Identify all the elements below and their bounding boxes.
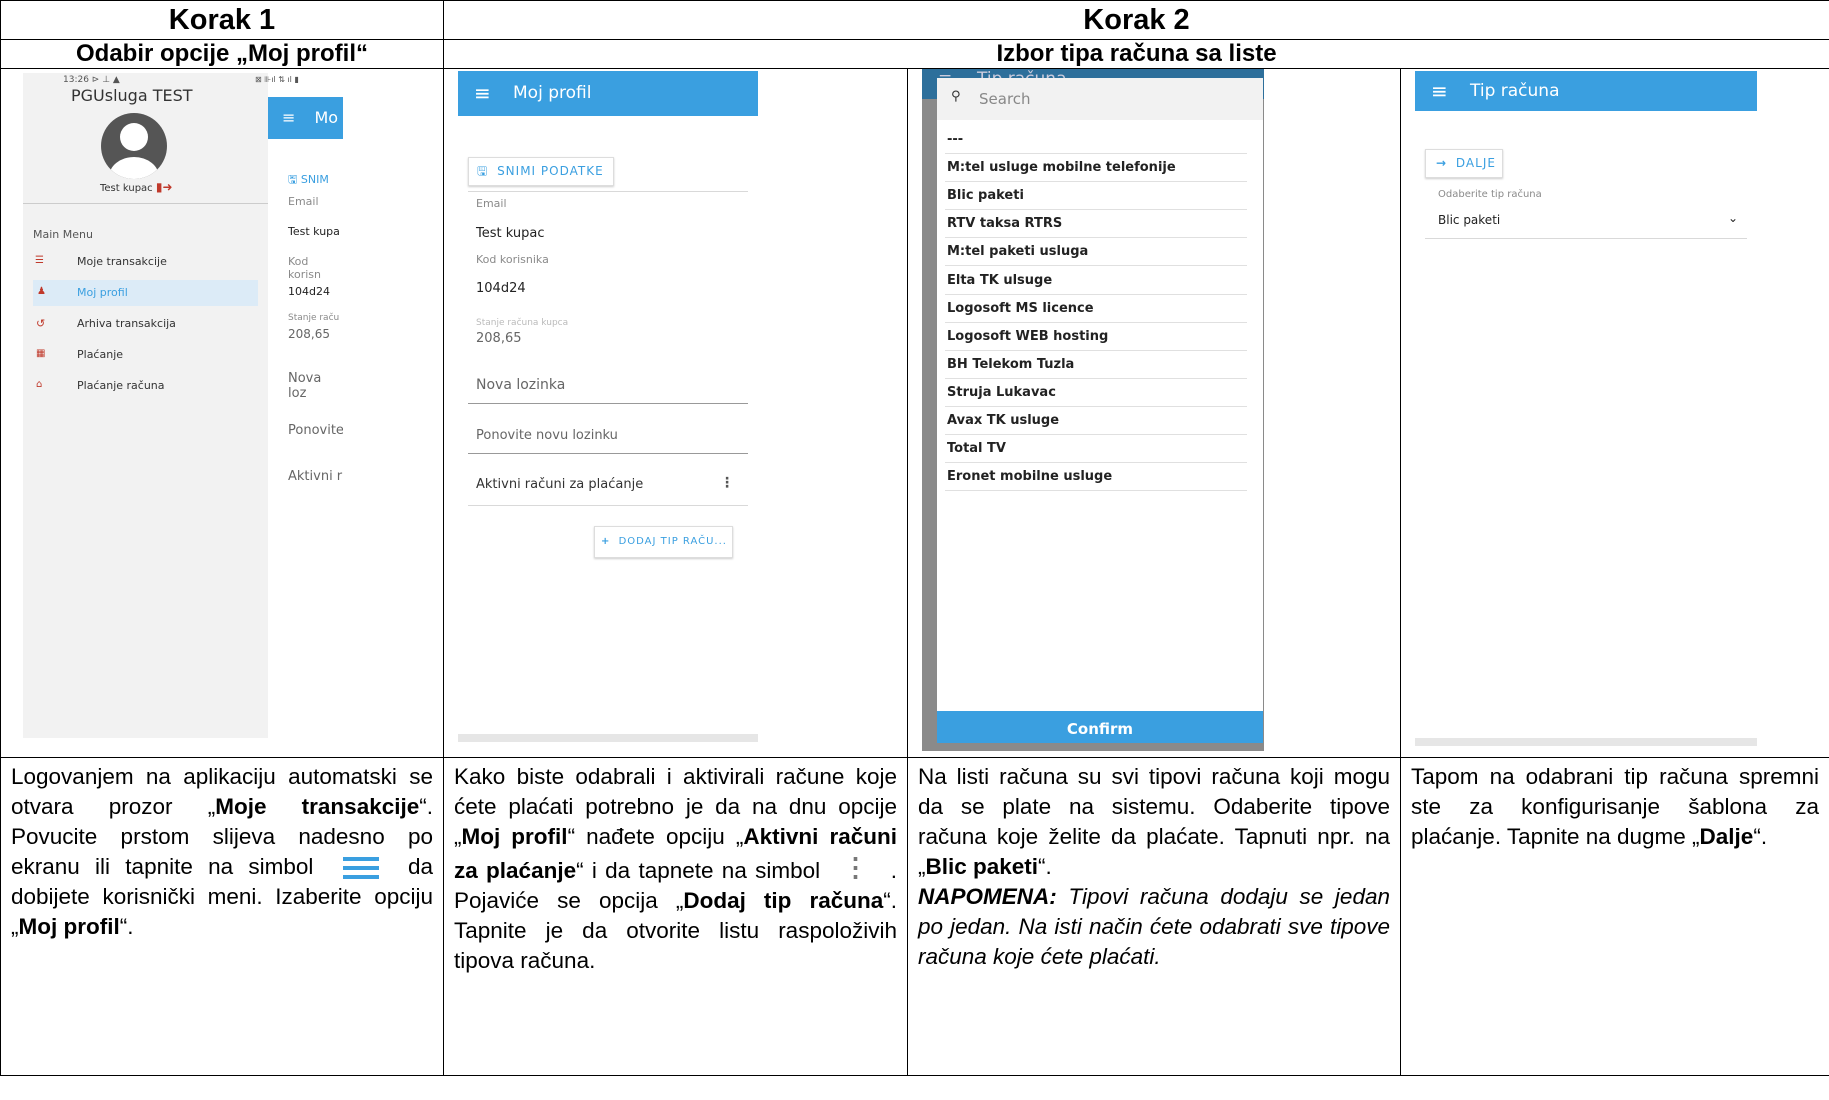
step2-header: Korak 2 xyxy=(443,0,1829,40)
more-vertical-icon[interactable]: ⋮ xyxy=(720,475,734,491)
menu-item-payment[interactable]: ▦ Plaćanje xyxy=(33,342,258,368)
confirm-button[interactable]: Confirm xyxy=(937,711,1263,743)
select-label: Odaberite tip računa xyxy=(1438,189,1542,200)
user-icon: ♟ xyxy=(37,286,46,297)
balance-label: Stanje računa kupca xyxy=(476,318,569,328)
account-type-select[interactable]: Blic paketi xyxy=(1438,213,1500,227)
active-accounts-label: Aktivni računi za plaćanje xyxy=(476,477,644,492)
phone-screen-list: ≡ Tip računa ⚲ Search ---M:tel usluge mo… xyxy=(922,69,1264,751)
screenshot-cell-1: ≡ Mo 🖫 SNIM Email Test kupa Kod korisn 1… xyxy=(0,68,444,758)
behind-save[interactable]: SNIM xyxy=(301,173,329,186)
behind-code-value: 104d24 xyxy=(288,285,330,298)
screenshot-cell-4: ≡ Tip računa → DALJE Odaberite tip račun… xyxy=(1400,68,1829,758)
behind-active: Aktivni r xyxy=(288,469,343,484)
repeat-password-field[interactable]: Ponovite novu lozinku xyxy=(476,428,618,443)
instruction-table: Korak 1 Korak 2 Odabir opcije „Moj profi… xyxy=(0,0,1829,1076)
list-item[interactable]: M:tel usluge mobilne telefonije xyxy=(945,154,1247,183)
code-label: Kod korisnika xyxy=(476,253,549,266)
menu-icon[interactable]: ≡ xyxy=(282,108,295,127)
save-icon: 🖫 xyxy=(288,173,301,186)
bank-icon: ⌂ xyxy=(36,379,43,390)
status-bar: 13:26 ⊳ ⊥ ▲ xyxy=(63,75,120,85)
behind-profile-page: ≡ Mo 🖫 SNIM Email Test kupa Kod korisn 1… xyxy=(268,73,343,738)
list-item[interactable]: Logosoft MS licence xyxy=(945,295,1247,323)
history-icon: ↺ xyxy=(36,317,46,330)
step1-subheader: Odabir opcije „Moj profil“ xyxy=(0,39,444,69)
behind-new-pass[interactable]: Nova loz xyxy=(288,371,343,401)
list-icon: ☰ xyxy=(35,255,44,266)
phone-screen-account-type: ≡ Tip računa → DALJE Odaberite tip račun… xyxy=(1415,71,1757,757)
step1-header: Korak 1 xyxy=(0,0,444,40)
behind-email-value: Test kupa xyxy=(288,225,340,238)
description-step2b: Na listi računa su svi tipovi računa koj… xyxy=(907,757,1401,1076)
app-bar: ≡ Moj profil xyxy=(458,71,758,116)
search-icon: ⚲ xyxy=(951,89,961,104)
description-step1: Logovanjem na aplikaciju automatski se o… xyxy=(0,757,444,1076)
app-bar: ≡ Tip računa xyxy=(1415,71,1757,111)
search-input[interactable]: Search xyxy=(979,90,1031,108)
drawer-user-name: Test kupac xyxy=(100,183,153,194)
list-item[interactable]: Logosoft WEB hosting xyxy=(945,323,1247,351)
app-bar-title: Moj profil xyxy=(513,83,592,103)
behind-balance-value: 208,65 xyxy=(288,327,330,341)
menu-item-transactions[interactable]: ☰ Moje transakcije xyxy=(33,249,258,275)
behind-balance-label: Stanje raču xyxy=(288,313,340,323)
list-item[interactable]: Eronet mobilne usluge xyxy=(945,463,1247,492)
hamburger-icon[interactable]: ≡ xyxy=(474,71,491,116)
navigation-drawer: 13:26 ⊳ ⊥ ▲ ⊠ ⊪ıl ⇅ ıl ▮ PGUsluga TEST T… xyxy=(23,73,299,738)
arrow-right-icon: → xyxy=(1436,156,1448,170)
app-title: PGUsluga TEST xyxy=(71,86,193,105)
screenshot-cell-3: ≡ Tip računa ⚲ Search ---M:tel usluge mo… xyxy=(907,68,1401,758)
more-vertical-icon: ⋮ xyxy=(842,852,869,882)
logout-icon[interactable]: ▮➜ xyxy=(156,180,173,194)
save-data-button[interactable]: 🖫 SNIMI PODATKE xyxy=(468,157,614,186)
search-bar[interactable]: ⚲ Search xyxy=(937,78,1263,120)
behind-bar-title: Mo xyxy=(314,108,339,127)
list-item[interactable]: --- xyxy=(945,126,1247,154)
menu-item-bill-payment[interactable]: ⌂ Plaćanje računa xyxy=(33,373,258,399)
chevron-down-icon[interactable]: ⌄ xyxy=(1728,211,1738,225)
menu-item-profile[interactable]: ♟ Moj profil xyxy=(33,280,258,306)
list-item[interactable]: Total TV xyxy=(945,435,1247,464)
behind-code-label: Kod korisn xyxy=(288,255,321,281)
hamburger-icon[interactable]: ≡ xyxy=(1431,71,1448,111)
list-item[interactable]: M:tel paketi usluga xyxy=(945,238,1247,267)
phone-screen-profile: ≡ Moj profil 🖫 SNIMI PODATKE Email Test … xyxy=(458,71,758,751)
save-icon: 🖫 xyxy=(477,164,489,178)
phone-screen-drawer: ≡ Mo 🖫 SNIM Email Test kupa Kod korisn 1… xyxy=(23,73,343,738)
list-item[interactable]: Blic paketi xyxy=(945,182,1247,211)
behind-email-label: Email xyxy=(288,195,319,208)
menu-heading: Main Menu xyxy=(33,228,93,241)
scrollbar[interactable] xyxy=(458,734,758,742)
behind-repeat-pass[interactable]: Ponovite xyxy=(288,423,343,438)
list-item[interactable]: BH Telekom Tuzla xyxy=(945,351,1247,379)
step2-subheader: Izbor tipa računa sa liste xyxy=(443,39,1829,69)
list-item[interactable]: Struja Lukavac xyxy=(945,379,1247,407)
menu-item-archive[interactable]: ↺ Arhiva transakcija xyxy=(33,311,258,337)
select-dialog: ⚲ Search --- M:tel usluge mobilne telefon… xyxy=(937,78,1263,743)
avatar xyxy=(101,113,167,179)
code-value[interactable]: 104d24 xyxy=(476,281,526,296)
add-account-type-button[interactable]: + DODAJ TIP RAČU... xyxy=(594,526,733,558)
next-button[interactable]: → DALJE xyxy=(1425,149,1503,178)
scrollbar[interactable] xyxy=(1415,738,1757,746)
new-password-field[interactable]: Nova lozinka xyxy=(476,377,565,393)
email-value[interactable]: Test kupac xyxy=(476,226,544,241)
list-item[interactable]: RTV taksa RTRS xyxy=(945,210,1247,239)
description-step2a: Kako biste odabrali i aktivirali račune … xyxy=(443,757,908,1076)
email-label: Email xyxy=(476,197,507,210)
app-bar-title: Tip računa xyxy=(1470,81,1560,101)
menu-symbol-icon xyxy=(342,857,379,880)
list-item[interactable]: Elta TK ulsuge xyxy=(945,267,1247,295)
status-bar-right: ⊠ ⊪ıl ⇅ ıl ▮ xyxy=(255,75,299,84)
qr-icon: ▦ xyxy=(36,348,46,359)
screenshot-cell-2: ≡ Moj profil 🖫 SNIMI PODATKE Email Test … xyxy=(443,68,908,758)
balance-value: 208,65 xyxy=(476,331,522,346)
plus-icon: + xyxy=(601,536,611,547)
description-step2c: Tapom na odabrani tip računa spremni ste… xyxy=(1400,757,1829,1076)
list-item[interactable]: Avax TK usluge xyxy=(945,407,1247,435)
